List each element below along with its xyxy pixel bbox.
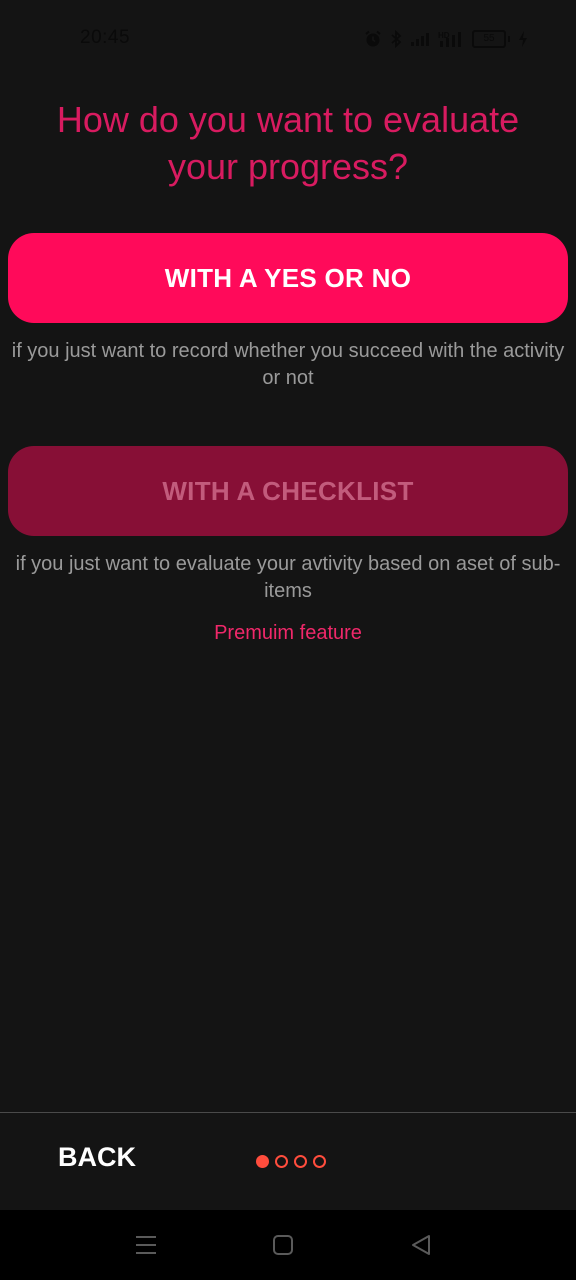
menu-icon[interactable] <box>135 1234 157 1261</box>
back-button[interactable]: BACK <box>58 1139 136 1175</box>
battery-icon: 55 <box>472 30 510 48</box>
battery-tip <box>508 36 510 42</box>
back-icon[interactable] <box>410 1234 432 1261</box>
screen: 20:45 HD 55 How do you want to evaluate … <box>0 0 576 1280</box>
bluetooth-icon <box>390 30 402 48</box>
status-time: 20:45 <box>80 27 131 48</box>
signal-icon <box>410 31 430 47</box>
checklist-description: if you just want to evaluate your avtivi… <box>15 553 561 602</box>
status-icons: HD 55 <box>364 27 528 51</box>
yes-or-no-button[interactable]: WITH A YES OR NO <box>8 233 568 323</box>
bottom-divider <box>0 1112 576 1113</box>
home-icon[interactable] <box>272 1234 294 1261</box>
system-navigation-bar <box>0 1210 576 1280</box>
alarm-icon <box>364 30 382 48</box>
page-dot-active <box>256 1155 269 1168</box>
charging-icon <box>518 30 528 48</box>
page-title: How do you want to evaluate your progres… <box>56 99 520 187</box>
premium-feature-label: Premuim feature <box>214 622 362 644</box>
page-indicator <box>256 1155 326 1168</box>
yes-or-no-description: if you just want to record whether you s… <box>11 340 565 389</box>
checklist-button[interactable]: WITH A CHECKLIST <box>8 446 568 536</box>
hd-signal-icon: HD <box>438 30 464 48</box>
page-dot <box>275 1155 288 1168</box>
page-dot <box>313 1155 326 1168</box>
status-bar: 20:45 HD 55 <box>0 0 576 78</box>
battery-level: 55 <box>472 30 506 48</box>
page-dot <box>294 1155 307 1168</box>
